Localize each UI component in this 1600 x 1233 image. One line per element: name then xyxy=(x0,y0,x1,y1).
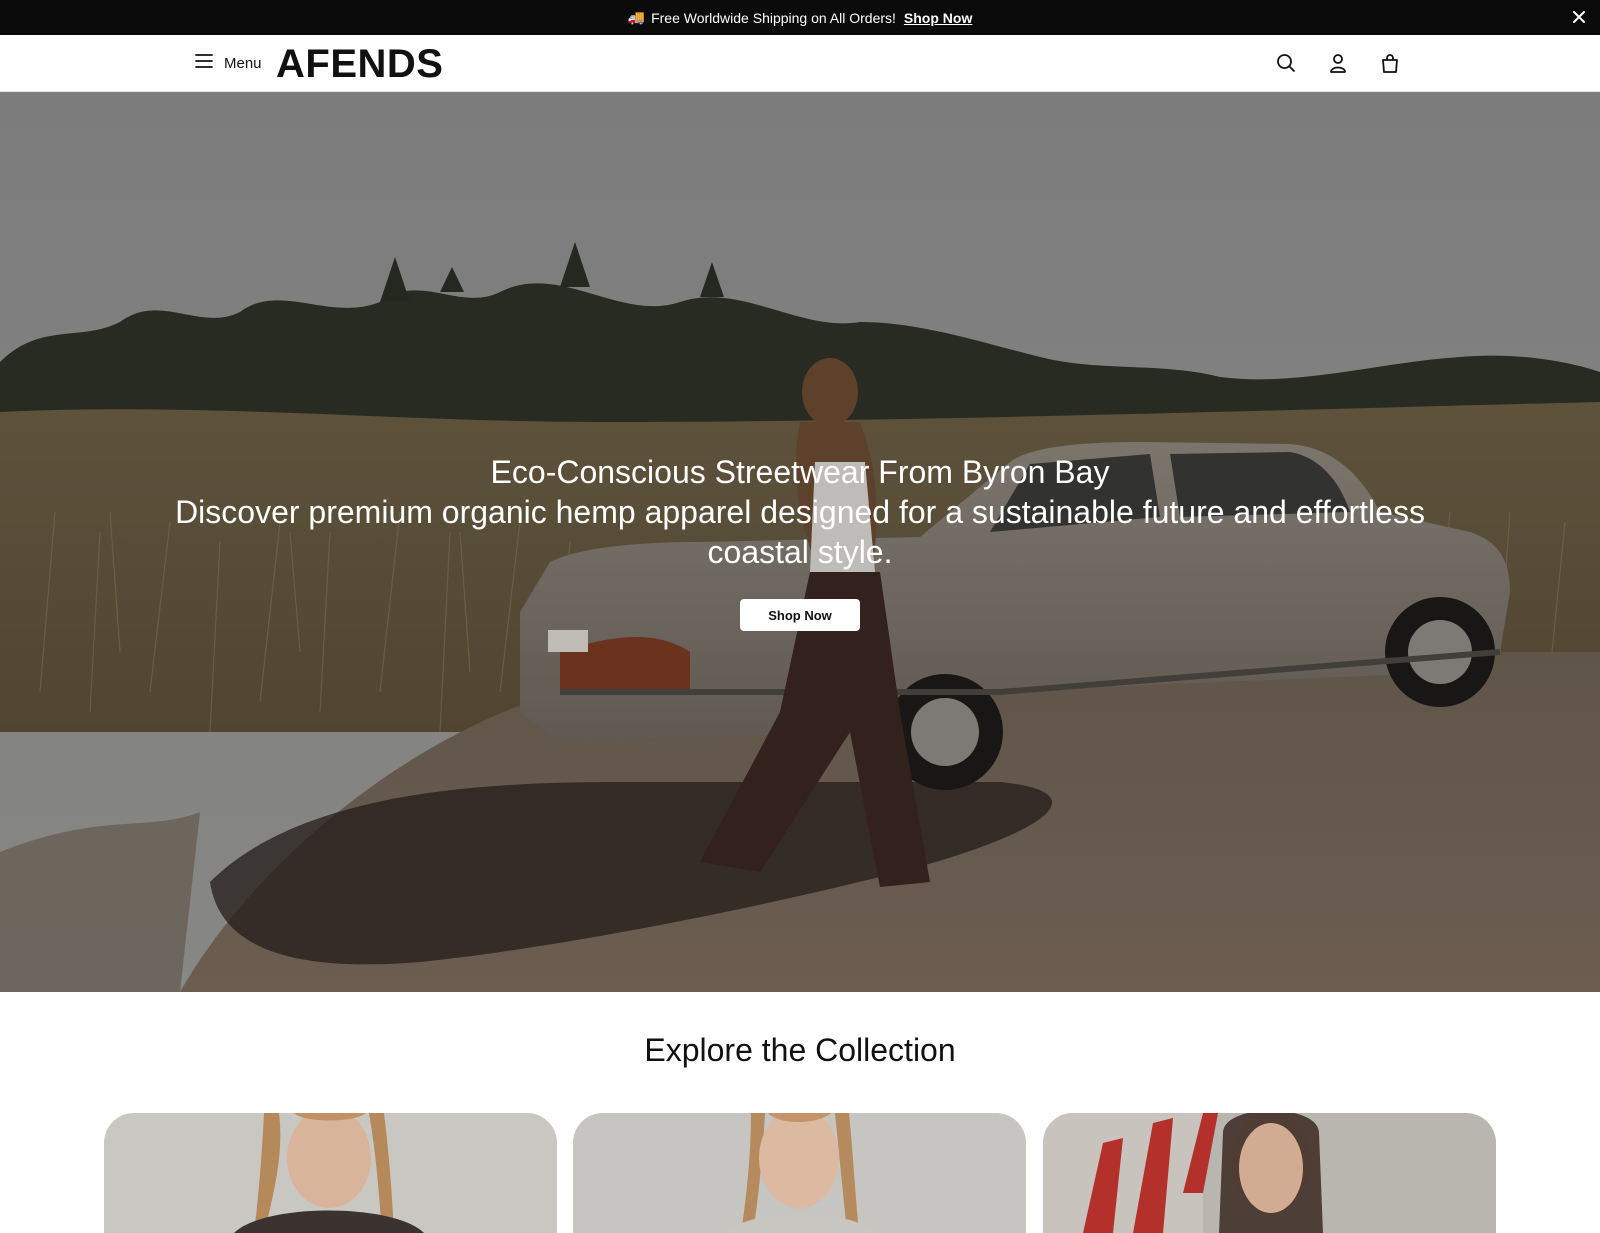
hero-banner: Eco-Conscious Streetwear From Byron Bay … xyxy=(0,92,1600,992)
hamburger-icon xyxy=(194,51,214,76)
collection-card[interactable] xyxy=(573,1113,1026,1233)
announcement-message: Free Worldwide Shipping on All Orders! xyxy=(651,9,896,26)
bag-icon[interactable] xyxy=(1379,52,1401,74)
search-icon[interactable] xyxy=(1275,52,1297,74)
announcement-shop-now-link[interactable]: Shop Now xyxy=(904,10,972,26)
site-header: Menu AFENDS xyxy=(0,35,1600,92)
collection-card[interactable] xyxy=(1043,1113,1496,1233)
hero-subtitle: Discover premium organic hemp apparel de… xyxy=(175,494,1425,570)
menu-label: Menu xyxy=(224,55,262,72)
close-icon[interactable] xyxy=(1570,8,1588,26)
collection-title: Explore the Collection xyxy=(644,1032,956,1068)
account-icon[interactable] xyxy=(1327,52,1349,74)
announcement-bar: 🚚 Free Worldwide Shipping on All Orders!… xyxy=(0,0,1600,35)
hero-text: Eco-Conscious Streetwear From Byron Bay … xyxy=(0,452,1600,572)
collection-card-image xyxy=(1043,1113,1496,1233)
menu-button[interactable]: Menu xyxy=(194,51,262,76)
hero-title: Eco-Conscious Streetwear From Byron Bay xyxy=(490,454,1110,490)
collection-card[interactable] xyxy=(104,1113,557,1233)
truck-icon: 🚚 xyxy=(627,9,646,25)
hero-shop-now-button[interactable]: Shop Now xyxy=(740,599,860,631)
site-logo[interactable]: AFENDS xyxy=(276,43,443,85)
collection-card-image xyxy=(573,1113,1026,1233)
collection-card-image xyxy=(104,1113,557,1233)
